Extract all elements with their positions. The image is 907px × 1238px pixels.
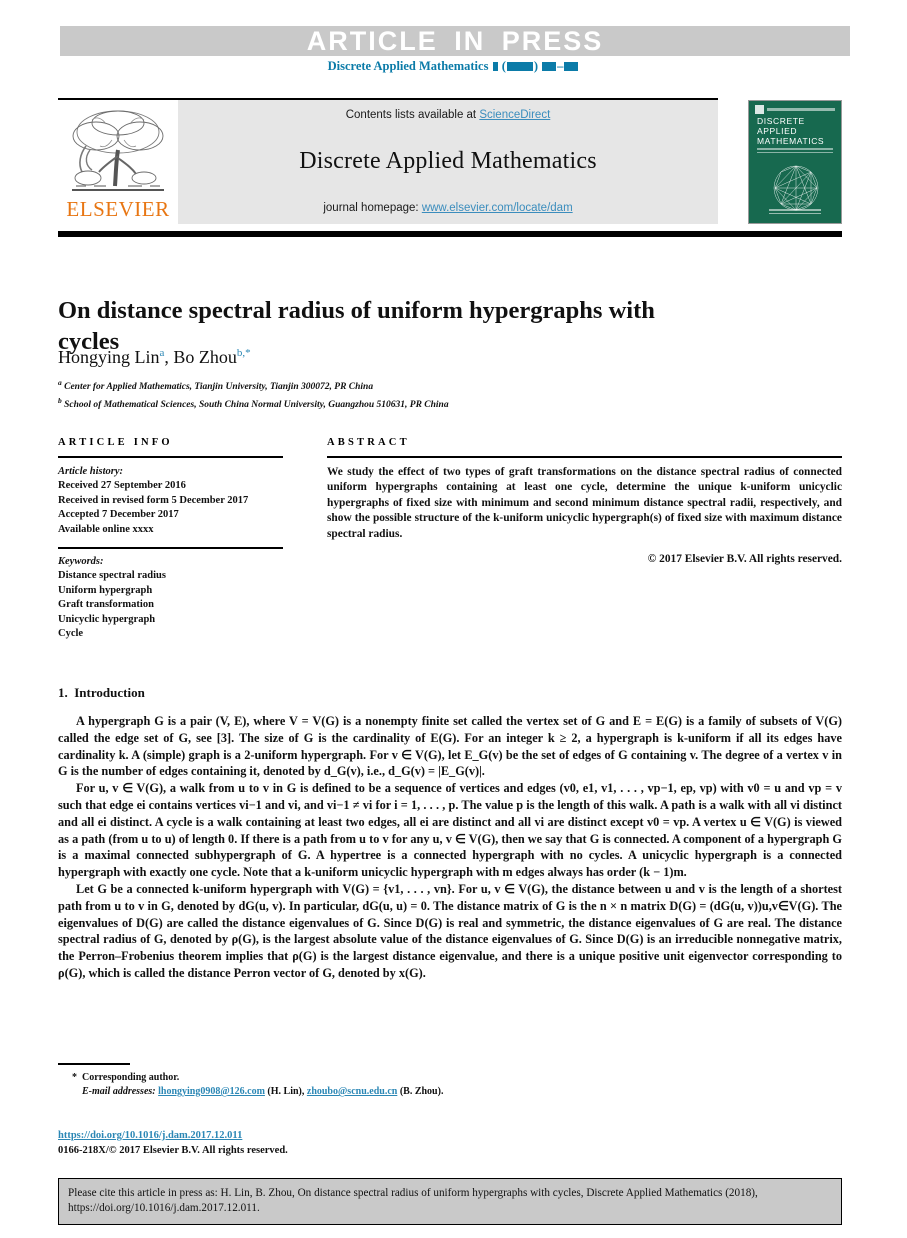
- elsevier-logo: ELSEVIER: [58, 100, 178, 224]
- redacted-year-block: [506, 62, 533, 71]
- page-dash: –: [557, 59, 564, 73]
- paren-close: ): [533, 59, 539, 73]
- article-history-item: Available online xxxx: [58, 523, 154, 535]
- email-addresses-note: E-mail addresses: lhongying0908@126.com …: [82, 1086, 444, 1097]
- article-history-item: Received in revised form 5 December 2017: [58, 494, 249, 506]
- article-info-column: ARTICLE INFO Article history: Received 2…: [58, 437, 283, 642]
- email-link-1[interactable]: lhongying0908@126.com: [158, 1086, 265, 1097]
- cover-subtitle-rules: [757, 148, 833, 154]
- author-name-2: Bo Zhou: [173, 347, 237, 367]
- cover-title: DISCRETE APPLIED MATHEMATICS: [757, 116, 824, 146]
- elsevier-wordmark: ELSEVIER: [66, 197, 170, 221]
- cover-top-text-rule: [767, 107, 835, 111]
- sciencedirect-link[interactable]: ScienceDirect: [479, 109, 550, 121]
- keywords-label: Keywords:: [58, 555, 104, 567]
- redacted-volume-block: [492, 62, 498, 71]
- asterisk-icon: *: [72, 1072, 77, 1083]
- footnote-rule: [58, 1063, 130, 1065]
- abstract-column: ABSTRACT We study the effect of two type…: [327, 437, 842, 565]
- article-history-item: Accepted 7 December 2017: [58, 509, 179, 520]
- email-owner-1: (H. Lin): [267, 1086, 302, 1097]
- section-title: Introduction: [74, 685, 145, 700]
- cite-footer-line-2: https://doi.org/10.1016/j.dam.2017.12.01…: [68, 1202, 260, 1214]
- keyword-item: Distance spectral radius: [58, 570, 166, 581]
- keywords-rule: [58, 547, 283, 549]
- article-history-item: Received 27 September 2016: [58, 480, 186, 491]
- cover-top-bar: [755, 104, 835, 114]
- body-text: A hypergraph G is a pair (V, E), where V…: [58, 713, 842, 982]
- body-paragraph-1: A hypergraph G is a pair (V, E), where V…: [58, 714, 842, 779]
- cover-elsevier-mark-icon: [755, 104, 764, 114]
- author-affiliation-mark-2: b,*: [236, 347, 251, 359]
- journal-title-block: Contents lists available at ScienceDirec…: [178, 100, 718, 224]
- section-heading-introduction: 1. Introduction: [58, 685, 145, 701]
- journal-reference-line: Discrete Applied Mathematics () –: [0, 59, 907, 74]
- email-link-2[interactable]: zhoubo@scnu.edu.cn: [307, 1086, 397, 1097]
- article-info-rule: [58, 456, 283, 458]
- keyword-item: Graft transformation: [58, 599, 154, 610]
- journal-reference-title: Discrete Applied Mathematics: [327, 59, 489, 73]
- keyword-item: Unicyclic hypergraph: [58, 613, 156, 625]
- affiliation-list: a Center for Applied Mathematics, Tianji…: [58, 376, 758, 412]
- cite-footer-line-1: Please cite this article in press as: H.…: [68, 1187, 758, 1199]
- article-history-block: Article history: Received 27 September 2…: [58, 465, 283, 538]
- email-label: E-mail addresses:: [82, 1086, 156, 1097]
- article-history-label: Article history:: [58, 465, 124, 477]
- redacted-page-start-block: [542, 62, 557, 71]
- journal-title: Discrete Applied Mathematics: [299, 148, 597, 174]
- email-owner-2: (B. Zhou).: [399, 1086, 444, 1097]
- article-in-press-banner: ARTICLE IN PRESS: [60, 26, 850, 56]
- author-name-1: Hongying Lin: [58, 347, 160, 367]
- cover-title-line2: APPLIED: [757, 126, 798, 136]
- contents-prefix: Contents lists available at: [345, 109, 480, 121]
- abstract-copyright: © 2017 Elsevier B.V. All rights reserved…: [647, 553, 842, 566]
- author-list: Hongying Lina, Bo Zhoub,*: [58, 347, 758, 368]
- journal-homepage-link[interactable]: www.elsevier.com/locate/dam: [422, 202, 573, 214]
- masthead-bottom-rule: [58, 231, 842, 237]
- journal-masthead: ELSEVIER Contents lists available at Sci…: [58, 100, 718, 224]
- corresponding-author-text: Corresponding author.: [82, 1072, 180, 1083]
- affiliation-item: b School of Mathematical Sciences, South…: [58, 394, 758, 412]
- cite-this-article-footer: Please cite this article in press as: H.…: [58, 1178, 842, 1225]
- body-paragraph-2: For u, v ∈ V(G), a walk from u to v in G…: [58, 781, 842, 880]
- abstract-heading: ABSTRACT: [327, 437, 410, 448]
- cover-title-line1: DISCRETE: [757, 116, 805, 126]
- affiliation-mark-b: b: [58, 396, 62, 406]
- issn-copyright-line: 0166-218X/© 2017 Elsevier B.V. All right…: [58, 1145, 288, 1156]
- footnote-block: * Corresponding author. E-mail addresses…: [58, 1071, 578, 1099]
- affiliation-text-b: School of Mathematical Sciences, South C…: [64, 400, 449, 411]
- cover-footer-rules: [769, 209, 821, 216]
- affiliation-mark-a: a: [58, 378, 62, 387]
- paren-open: (: [501, 59, 506, 73]
- body-paragraph-3: Let G be a connected k-uniform hypergrap…: [58, 881, 842, 980]
- redacted-page-end-block: [564, 62, 579, 71]
- paper-page: ARTICLE IN PRESS Discrete Applied Mathem…: [0, 0, 907, 1238]
- abstract-text: We study the effect of two types of graf…: [327, 465, 842, 540]
- contents-available-line: Contents lists available at ScienceDirec…: [178, 109, 718, 121]
- affiliation-text-a: Center for Applied Mathematics, Tianjin …: [64, 382, 374, 393]
- keyword-item: Cycle: [58, 628, 84, 639]
- journal-homepage-line: journal homepage: www.elsevier.com/locat…: [178, 202, 718, 214]
- abstract-rule: [327, 456, 842, 458]
- keyword-item: Uniform hypergraph: [58, 584, 153, 596]
- corresponding-author-note: * Corresponding author.: [58, 1071, 578, 1085]
- affiliation-item: a Center for Applied Mathematics, Tianji…: [58, 376, 758, 394]
- article-info-heading: ARTICLE INFO: [58, 437, 173, 448]
- cover-title-line3: MATHEMATICS: [757, 136, 825, 146]
- section-number: 1.: [58, 685, 68, 700]
- elsevier-tree-icon: [72, 110, 164, 191]
- keywords-block: Keywords: Distance spectral radius Unifo…: [58, 555, 283, 642]
- article-in-press-label: ARTICLE IN PRESS: [306, 25, 604, 56]
- homepage-prefix: journal homepage:: [323, 202, 422, 214]
- doi-block: https://doi.org/10.1016/j.dam.2017.12.01…: [58, 1128, 288, 1158]
- doi-link[interactable]: https://doi.org/10.1016/j.dam.2017.12.01…: [58, 1130, 242, 1141]
- journal-cover-thumbnail: DISCRETE APPLIED MATHEMATICS: [748, 100, 842, 224]
